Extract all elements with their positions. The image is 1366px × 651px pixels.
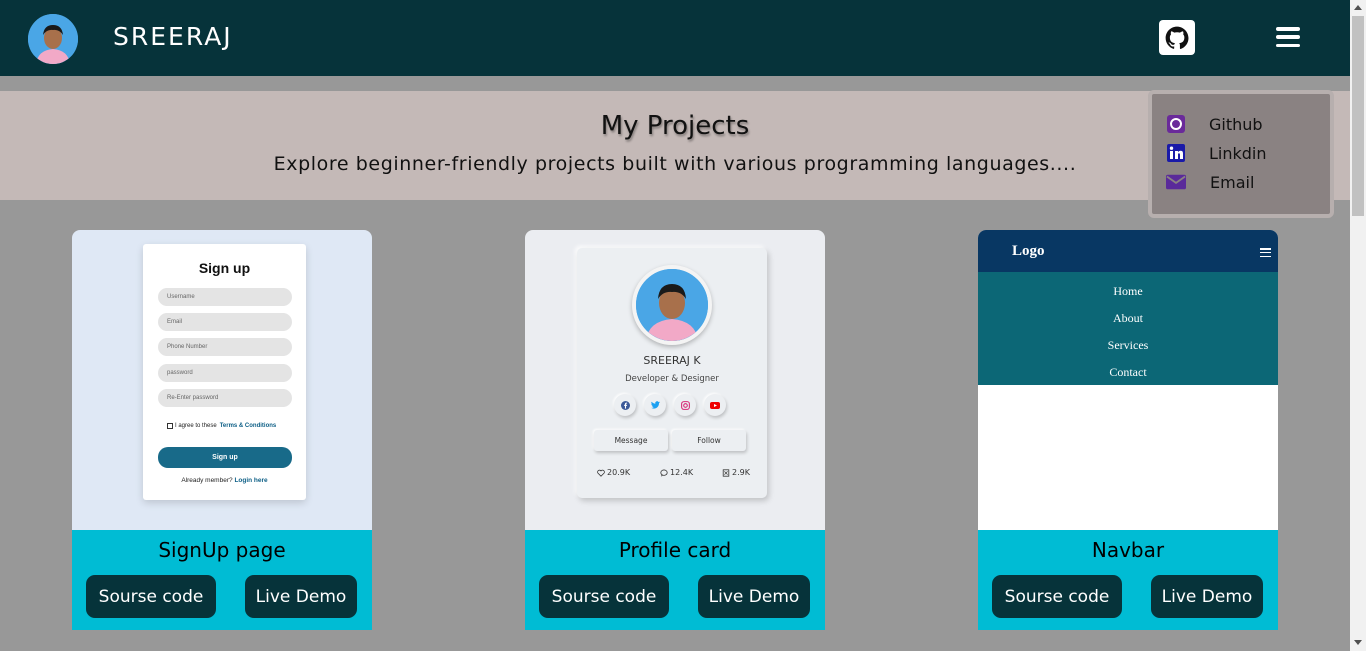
likes-count: 20.9K bbox=[607, 468, 631, 477]
social-dropdown-menu: Github Linkdin Email bbox=[1148, 90, 1334, 218]
preview-nav-home: Home bbox=[1113, 284, 1143, 298]
shares-stat: 2.9K bbox=[722, 468, 750, 477]
preview-navbar: Logo bbox=[978, 230, 1278, 272]
scroll-up-arrow[interactable] bbox=[1354, 5, 1362, 10]
dropdown-item-email[interactable]: Email bbox=[1166, 172, 1254, 192]
project-card-signup: Sign up Username Email Phone Number pass… bbox=[72, 230, 372, 630]
profile-name: SREERAJ K bbox=[643, 354, 701, 367]
login-text: Already member? bbox=[181, 477, 233, 484]
profile-avatar[interactable] bbox=[28, 14, 78, 64]
navbar-preview: Logo Home About Services Contact bbox=[978, 230, 1278, 530]
instagram-icon bbox=[674, 394, 696, 416]
hamburger-icon[interactable] bbox=[1276, 27, 1300, 47]
signup-preview: Sign up Username Email Phone Number pass… bbox=[72, 230, 372, 530]
profile-preview: SREERAJ K Developer & Designer Message F… bbox=[525, 230, 825, 530]
card-title: SignUp page bbox=[158, 538, 286, 562]
comments-count: 12.4K bbox=[670, 468, 694, 477]
live-demo-button[interactable]: Live Demo bbox=[698, 575, 810, 618]
phone-field: Phone Number bbox=[158, 338, 292, 356]
live-demo-button[interactable]: Live Demo bbox=[1151, 575, 1263, 618]
email-field: Email bbox=[158, 313, 292, 331]
profile-card: SREERAJ K Developer & Designer Message F… bbox=[577, 248, 767, 498]
youtube-icon bbox=[704, 394, 726, 416]
comments-stat: 12.4K bbox=[660, 468, 693, 477]
brand-name[interactable]: SREERAJ bbox=[113, 22, 233, 51]
card-title: Navbar bbox=[1091, 538, 1165, 562]
hamburger-icon bbox=[1260, 248, 1271, 257]
preview-nav-about: About bbox=[1113, 311, 1143, 325]
dropdown-label-github: Github bbox=[1209, 114, 1263, 134]
signup-heading: Sign up bbox=[198, 260, 251, 276]
terms-checkbox-row: I agree to these Terms & Conditions bbox=[167, 423, 276, 429]
comment-icon bbox=[660, 469, 668, 477]
card-footer: SignUp page Sourse code Live Demo bbox=[72, 530, 372, 630]
email-icon bbox=[1166, 172, 1186, 192]
preview-nav-menu: Home About Services Contact bbox=[978, 272, 1278, 385]
login-row: Already member? Login here bbox=[143, 477, 306, 484]
signup-submit: Sign up bbox=[158, 447, 292, 468]
preview-nav-services: Services bbox=[1107, 338, 1149, 352]
dropdown-label-email: Email bbox=[1210, 172, 1255, 192]
password-field: password bbox=[158, 364, 292, 382]
project-card-navbar: Logo Home About Services Contact Navbar … bbox=[978, 230, 1278, 630]
agree-text: I agree to these bbox=[175, 423, 217, 429]
message-button: Message bbox=[594, 430, 668, 451]
source-code-button[interactable]: Sourse code bbox=[539, 575, 669, 618]
twitter-icon bbox=[644, 394, 666, 416]
preview-nav-contact: Contact bbox=[1109, 365, 1147, 379]
shares-count: 2.9K bbox=[732, 468, 750, 477]
signup-form: Sign up Username Email Phone Number pass… bbox=[143, 244, 306, 500]
dropdown-item-linkedin[interactable]: Linkdin bbox=[1166, 143, 1267, 163]
source-code-button[interactable]: Sourse code bbox=[86, 575, 216, 618]
username-field: Username bbox=[158, 288, 292, 306]
page-scrollbar[interactable] bbox=[1350, 0, 1366, 651]
card-footer: Navbar Sourse code Live Demo bbox=[978, 530, 1278, 630]
facebook-icon bbox=[614, 394, 636, 416]
card-title: Profile card bbox=[618, 538, 732, 562]
preview-logo: Logo bbox=[1012, 243, 1045, 259]
scroll-thumb[interactable] bbox=[1352, 16, 1364, 216]
share-icon bbox=[722, 468, 730, 477]
source-code-button[interactable]: Sourse code bbox=[992, 575, 1122, 618]
github-icon bbox=[1166, 114, 1186, 134]
live-demo-button[interactable]: Live Demo bbox=[245, 575, 357, 618]
scroll-down-arrow[interactable] bbox=[1354, 640, 1362, 645]
heart-icon bbox=[597, 469, 605, 477]
profile-photo bbox=[632, 265, 712, 345]
linkedin-icon bbox=[1166, 143, 1186, 163]
terms-link: Terms & Conditions bbox=[219, 423, 277, 429]
dropdown-item-github[interactable]: Github bbox=[1166, 114, 1263, 134]
dropdown-label-linkedin: Linkdin bbox=[1209, 143, 1267, 163]
reenter-password-field: Re-Enter password bbox=[158, 389, 292, 407]
login-link: Login here bbox=[234, 477, 268, 484]
profile-role: Developer & Designer bbox=[625, 374, 719, 384]
checkbox bbox=[167, 423, 173, 429]
github-icon[interactable] bbox=[1159, 20, 1195, 55]
top-navbar: SREERAJ bbox=[0, 0, 1350, 76]
follow-button: Follow bbox=[672, 430, 746, 451]
project-card-profile: SREERAJ K Developer & Designer Message F… bbox=[525, 230, 825, 630]
card-footer: Profile card Sourse code Live Demo bbox=[525, 530, 825, 630]
likes-stat: 20.9K bbox=[597, 468, 630, 477]
